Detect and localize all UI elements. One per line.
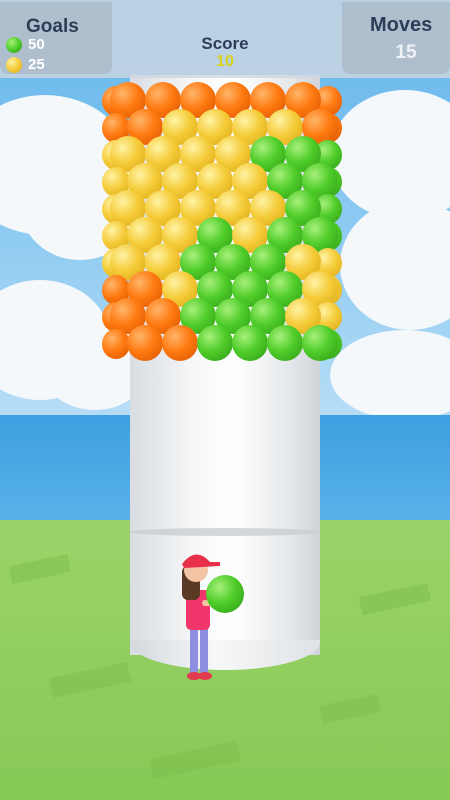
moves-panel: Moves 15 <box>342 2 450 74</box>
tower-ball <box>267 325 303 361</box>
player-character <box>182 554 228 680</box>
hud-bar: Goals 50 25 Score 10 Moves 15 <box>0 0 450 78</box>
held-ball[interactable] <box>206 575 244 613</box>
moves-value: 15 <box>395 42 417 63</box>
tower-ball <box>232 325 268 361</box>
tower-ball <box>102 329 130 359</box>
game-scene[interactable] <box>0 0 450 800</box>
moves-label: Moves <box>370 14 433 36</box>
tower-seam <box>130 528 320 536</box>
tower-ball <box>127 325 163 361</box>
tower-ball <box>302 325 338 361</box>
tower-ball <box>162 325 198 361</box>
tower-ball <box>197 325 233 361</box>
